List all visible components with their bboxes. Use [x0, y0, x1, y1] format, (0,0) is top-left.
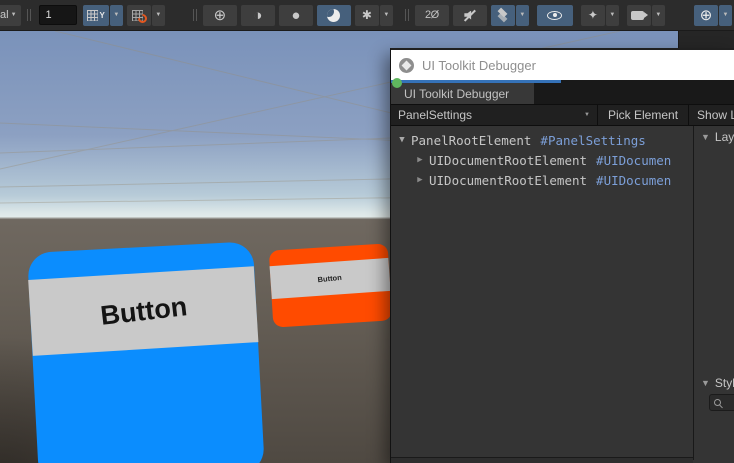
layers-button[interactable]: ✦ — [581, 5, 605, 26]
effects-toggle[interactable] — [491, 5, 515, 26]
chevron-down-icon: ▼ — [519, 12, 525, 18]
element-id: #PanelSettings — [540, 133, 645, 148]
element-name: UIDocumentRootElement — [429, 173, 587, 188]
chevron-down-icon: ▼ — [655, 12, 661, 18]
foldout-closed-icon[interactable]: ▶ — [414, 175, 426, 185]
draw-mode-shaded-button[interactable]: ● — [279, 5, 313, 26]
element-id: #UIDocumen — [596, 153, 671, 168]
button-label: Button — [318, 273, 343, 284]
scene-view-toolbar: al ▼ Y ▼ ▼ ⊕ ◑ ● — [0, 0, 734, 31]
pick-element-label: Pick Element — [608, 108, 678, 122]
2d-slashed-icon: 2Ø — [425, 9, 439, 21]
grid-size-input[interactable] — [39, 5, 77, 25]
search-icon — [714, 399, 721, 406]
tree-row-uidocument-1[interactable]: ▶ UIDocumentRootElement #UIDocumen — [391, 150, 693, 170]
button-label: Button — [98, 291, 188, 332]
grid-axis-button[interactable]: Y — [83, 5, 109, 26]
chevron-down-icon: ▼ — [584, 112, 590, 118]
chevron-down-icon: ▼ — [113, 12, 119, 18]
toolbar-drag-handle[interactable] — [405, 9, 409, 21]
chevron-down-icon: ▼ — [723, 12, 729, 18]
show-layout-label: Show Lay — [697, 108, 734, 122]
tree-row-uidocument-2[interactable]: ▶ UIDocumentRootElement #UIDocumen — [391, 170, 693, 190]
horizontal-scrollbar[interactable] — [391, 457, 693, 463]
layers-dropdown[interactable]: ▼ — [606, 5, 619, 26]
worldspace-ui-panel-orange: Button — [269, 243, 392, 327]
scene-visibility-toggle[interactable] — [537, 5, 573, 26]
gizmo-sphere-icon: ⊕ — [700, 8, 713, 23]
camera-button[interactable] — [627, 5, 651, 26]
unsaved-changes-dot — [392, 78, 402, 88]
sparkle-layers-icon: ✦ — [588, 9, 598, 21]
toolbar-drag-handle[interactable] — [193, 9, 197, 21]
chevron-down-icon: ▼ — [11, 12, 17, 18]
grid-snap-button[interactable] — [127, 5, 151, 26]
window-title: UI Toolkit Debugger — [422, 58, 536, 73]
fx-star-icon: ✱ — [362, 9, 372, 21]
tab-bar: UI Toolkit Debugger — [391, 83, 734, 104]
layout-foldout-label: Layo — [715, 130, 734, 144]
inspector-pane: ▼ Layo ▼ Styl — [694, 126, 734, 460]
window-title-bar[interactable]: UI Toolkit Debugger — [391, 50, 734, 80]
debug-draw-button[interactable]: ✱ — [355, 5, 379, 26]
grid-axis-label: Y — [100, 11, 105, 20]
scene-lighting-toggle[interactable] — [317, 5, 351, 26]
solid-sphere-icon: ● — [291, 8, 300, 23]
panel-select-dropdown[interactable]: PanelSettings ▼ — [391, 105, 597, 125]
draw-mode-wireframe-button[interactable]: ⊕ — [203, 5, 237, 26]
camera-dropdown[interactable]: ▼ — [652, 5, 665, 26]
grid-icon — [87, 10, 98, 21]
foldout-open-icon: ▼ — [701, 132, 710, 142]
pick-element-button[interactable]: Pick Element — [598, 105, 688, 125]
audio-mute-toggle[interactable] — [453, 5, 487, 26]
tree-row-panel-root[interactable]: ▼ PanelRootElement #PanelSettings — [391, 130, 693, 150]
worldspace-ui-panel-blue: Button — [27, 241, 265, 463]
layout-foldout[interactable]: ▼ Layo — [694, 130, 734, 144]
toolbar-drag-handle[interactable] — [27, 9, 31, 21]
tab-ui-toolkit-debugger[interactable]: UI Toolkit Debugger — [391, 83, 534, 104]
debugger-toolbar: PanelSettings ▼ Pick Element Show Lay — [391, 104, 734, 126]
gizmos-button[interactable]: ⊕ — [694, 5, 718, 26]
unity-editor: al ▼ Y ▼ ▼ ⊕ ◑ ● — [0, 0, 734, 463]
foldout-open-icon[interactable]: ▼ — [396, 135, 408, 145]
eye-icon — [547, 11, 562, 20]
tab-label: UI Toolkit Debugger — [404, 87, 509, 101]
draw-mode-shaded-wire-button[interactable]: ◑ — [241, 5, 275, 26]
worldspace-button-blue[interactable]: Button — [28, 266, 258, 356]
chevron-down-icon: ▼ — [155, 12, 161, 18]
show-layout-button[interactable]: Show Lay — [689, 105, 734, 125]
worldspace-button-orange[interactable]: Button — [270, 258, 391, 299]
debugger-body: ▼ PanelRootElement #PanelSettings ▶ UIDo… — [391, 126, 734, 460]
ui-toolkit-package-icon — [399, 58, 414, 73]
ui-toolkit-debugger-window: UI Toolkit Debugger UI Toolkit Debugger … — [390, 48, 734, 463]
element-name: UIDocumentRootElement — [429, 153, 587, 168]
pivot-orientation-dropdown[interactable]: al ▼ — [0, 5, 21, 26]
wireframe-sphere-icon: ⊕ — [214, 8, 227, 23]
effects-stack-icon — [496, 8, 509, 22]
crescent-moon-icon — [327, 9, 340, 22]
element-id: #UIDocumen — [596, 173, 671, 188]
gizmos-dropdown[interactable]: ▼ — [719, 5, 732, 26]
pivot-orientation-label: al — [0, 9, 9, 21]
chevron-down-icon: ▼ — [383, 12, 389, 18]
element-hierarchy-tree: ▼ PanelRootElement #PanelSettings ▶ UIDo… — [391, 126, 693, 460]
element-name: PanelRootElement — [411, 133, 531, 148]
styles-search-input[interactable] — [709, 394, 734, 411]
debug-draw-dropdown[interactable]: ▼ — [380, 5, 393, 26]
foldout-open-icon: ▼ — [701, 378, 710, 388]
half-sphere-icon: ◑ — [253, 8, 262, 23]
chevron-down-icon: ▼ — [609, 12, 615, 18]
2d-view-toggle[interactable]: 2Ø — [415, 5, 449, 26]
foldout-closed-icon[interactable]: ▶ — [414, 155, 426, 165]
camera-icon — [631, 11, 644, 20]
grid-axis-dropdown[interactable]: ▼ — [110, 5, 123, 26]
muted-speaker-icon — [463, 9, 476, 22]
grid-snap-dropdown[interactable]: ▼ — [152, 5, 165, 26]
styles-foldout-label: Styl — [715, 376, 734, 390]
styles-foldout[interactable]: ▼ Styl — [694, 376, 734, 390]
effects-dropdown[interactable]: ▼ — [516, 5, 529, 26]
panel-select-value: PanelSettings — [398, 108, 472, 122]
snap-magnet-icon — [132, 9, 145, 22]
